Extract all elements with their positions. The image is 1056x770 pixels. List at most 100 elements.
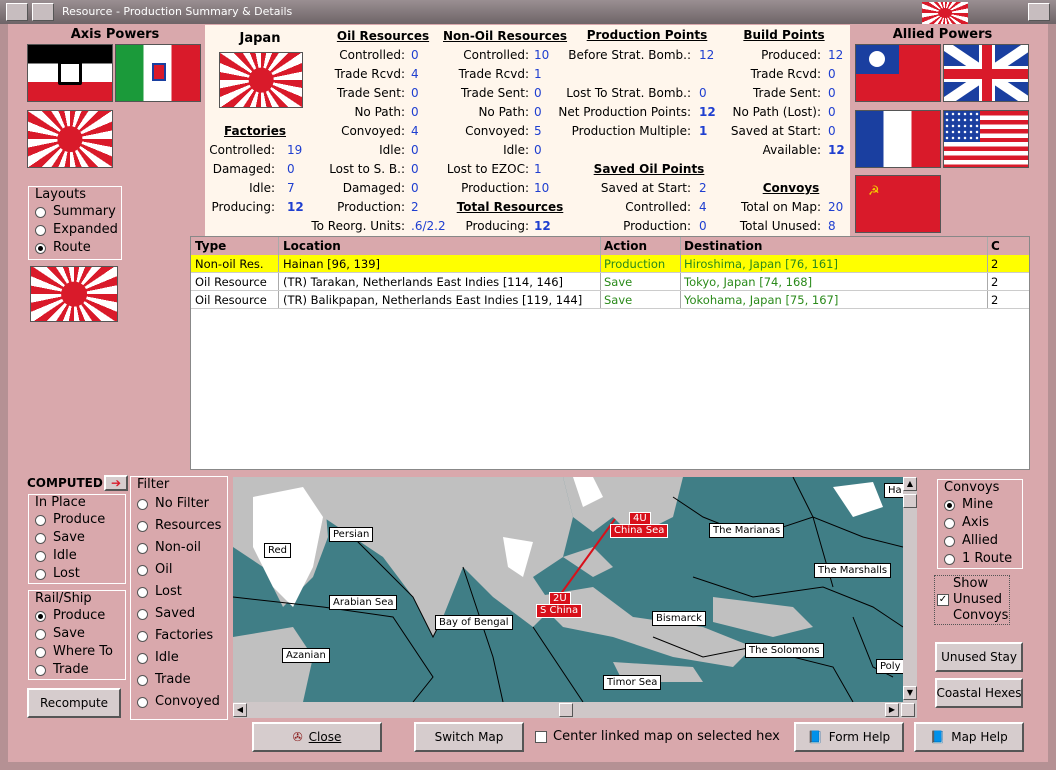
stat-label: Production Multiple:: [571, 124, 691, 138]
stat-value: 0: [699, 219, 707, 233]
col-destination[interactable]: Destination: [681, 237, 988, 255]
col-action[interactable]: Action: [601, 237, 681, 255]
map-label-s-china[interactable]: S China: [536, 604, 583, 618]
map-label-bay-of-bengal: Bay of Bengal: [435, 615, 513, 630]
scroll-left-icon: ◀: [233, 703, 247, 717]
china-flag[interactable]: [855, 44, 941, 102]
show-unused-convoys-checkbox[interactable]: ✓ Show Unused Convoys: [934, 575, 1010, 625]
in-place-title: In Place: [35, 495, 86, 510]
stat-label: Controlled:: [339, 48, 405, 62]
stat-label: Production:: [461, 181, 529, 195]
scroll-corner: [901, 703, 915, 717]
unused-stay-button[interactable]: Unused Stay: [935, 642, 1023, 672]
railship-save-radio[interactable]: Save: [29, 625, 125, 643]
convoys-allied-radio[interactable]: Allied: [938, 532, 1022, 550]
pp-values: 12 0 12 1: [699, 46, 723, 141]
japan-flag-axis[interactable]: [27, 110, 113, 168]
map-label-marianas: The Marianas: [709, 523, 785, 538]
world-map[interactable]: Persian Red Arabian Sea Azanian Bay of B…: [233, 477, 903, 702]
stat-label: Damaged:: [212, 162, 275, 176]
filter-option-radio[interactable]: Factories: [131, 625, 227, 647]
axis-powers-title: Axis Powers: [70, 27, 160, 42]
filter-group: Filter No Filter Resources Non-oil Oil Lost S…: [130, 476, 228, 720]
col-location[interactable]: Location: [279, 237, 601, 255]
stat-label: Trade Rcvd:: [458, 67, 529, 81]
resource-table: Type Location Action Destination C Non-o…: [190, 236, 1030, 470]
col-type[interactable]: Type: [191, 237, 279, 255]
filter-option-radio[interactable]: Saved: [131, 603, 227, 625]
stat-label: Saved at Start:: [730, 124, 821, 138]
coastal-hexes-button[interactable]: Coastal Hexes: [935, 678, 1023, 708]
recompute-button[interactable]: Recompute: [27, 688, 121, 718]
japan-flag-active: [30, 266, 118, 322]
stat-label: No Path:: [478, 105, 529, 119]
filter-option-radio[interactable]: Convoyed: [131, 691, 227, 713]
table-row[interactable]: Oil Resource (TR) Balikpapan, Netherlands…: [191, 291, 1029, 309]
layout-summary-radio[interactable]: Summary: [29, 203, 121, 221]
filter-option-radio[interactable]: Idle: [131, 647, 227, 669]
close-button[interactable]: ✇ Close: [252, 722, 382, 752]
restore-button[interactable]: [32, 3, 54, 21]
inplace-lost-radio[interactable]: Lost: [29, 565, 125, 583]
scroll-right-icon: ▶: [885, 703, 899, 717]
map-help-button[interactable]: 📘 Map Help: [914, 722, 1024, 752]
filter-option-radio[interactable]: Oil: [131, 559, 227, 581]
inplace-save-radio[interactable]: Save: [29, 529, 125, 547]
railship-produce-radio[interactable]: Produce: [29, 607, 125, 625]
filter-option-radio[interactable]: Lost: [131, 581, 227, 603]
railship-trade-radio[interactable]: Trade: [29, 661, 125, 679]
convoys-axis-radio[interactable]: Axis: [938, 514, 1022, 532]
form-help-button[interactable]: 📘 Form Help: [794, 722, 904, 752]
uk-flag[interactable]: [943, 44, 1029, 102]
center-linked-map-checkbox[interactable]: Center linked map on selected hex: [535, 729, 780, 744]
inplace-idle-radio[interactable]: Idle: [29, 547, 125, 565]
stat-value: 0: [828, 105, 836, 119]
stat-value: 0: [828, 86, 836, 100]
rail-ship-title: Rail/Ship: [35, 591, 92, 606]
scroll-thumb-h: [559, 703, 573, 717]
germany-flag[interactable]: [27, 44, 113, 102]
production-points-title: Production Points: [586, 28, 708, 42]
usa-flag[interactable]: [943, 110, 1029, 168]
convoys-1-route-radio[interactable]: 1 Route: [938, 550, 1022, 568]
stat-value: 0: [828, 124, 836, 138]
filter-option-radio[interactable]: Trade: [131, 669, 227, 691]
col-c[interactable]: C: [988, 237, 1010, 255]
non-oil-labels: Controlled: Trade Rcvd: Trade Sent: No Path…: [437, 46, 529, 198]
map-vertical-scrollbar[interactable]: ▲ ▼: [903, 477, 917, 702]
railship-where-to-radio[interactable]: Where To: [29, 643, 125, 661]
france-flag[interactable]: [855, 110, 941, 168]
stat-label: Saved at Start:: [600, 181, 691, 195]
inplace-produce-radio[interactable]: Produce: [29, 511, 125, 529]
non-oil-resources-title: Non-Oil Resources: [443, 29, 568, 43]
japan-flag-summary: [219, 52, 303, 108]
stat-label: Production:: [623, 219, 691, 233]
computed-label: COMPUTED: [27, 476, 103, 490]
ussr-flag[interactable]: ☭: [855, 175, 941, 233]
factories-title: Factories: [224, 124, 286, 138]
table-row[interactable]: Oil Resource (TR) Tarakan, Netherlands Ea…: [191, 273, 1029, 291]
system-menu-button[interactable]: [6, 3, 28, 21]
convoys-mine-radio[interactable]: Mine: [938, 496, 1022, 514]
switch-map-button[interactable]: Switch Map: [414, 722, 524, 752]
bp-labels: Produced: Trade Rcvd: Trade Sent: No Path (…: [723, 46, 821, 160]
map-horizontal-scrollbar[interactable]: ◀ ▶: [233, 702, 917, 718]
layout-route-radio[interactable]: Route: [29, 239, 121, 257]
table-row[interactable]: Non-oil Res. Hainan [96, 139] Production H…: [191, 255, 1029, 273]
scroll-thumb-v: [903, 494, 917, 508]
factories-labels: Controlled: Damaged: Idle: Producing:: [205, 141, 275, 217]
italy-flag[interactable]: [115, 44, 201, 102]
book-icon: 📘: [930, 730, 946, 744]
saved-oil-labels: Saved at Start: Controlled: Production:: [585, 179, 691, 236]
map-label-china-sea[interactable]: China Sea: [610, 524, 669, 538]
filter-option-radio[interactable]: Resources: [131, 515, 227, 537]
stat-label: Controlled:: [625, 200, 691, 214]
filter-option-radio[interactable]: No Filter: [131, 493, 227, 515]
close-window-button[interactable]: [1028, 3, 1050, 21]
filter-option-radio[interactable]: Non-oil: [131, 537, 227, 559]
stat-value: 8: [828, 219, 836, 233]
computed-arrow-button[interactable]: ➔: [104, 475, 128, 491]
oil-resources-title: Oil Resources: [336, 29, 430, 43]
table-header: Type Location Action Destination C: [191, 237, 1029, 255]
layout-expanded-radio[interactable]: Expanded: [29, 221, 121, 239]
